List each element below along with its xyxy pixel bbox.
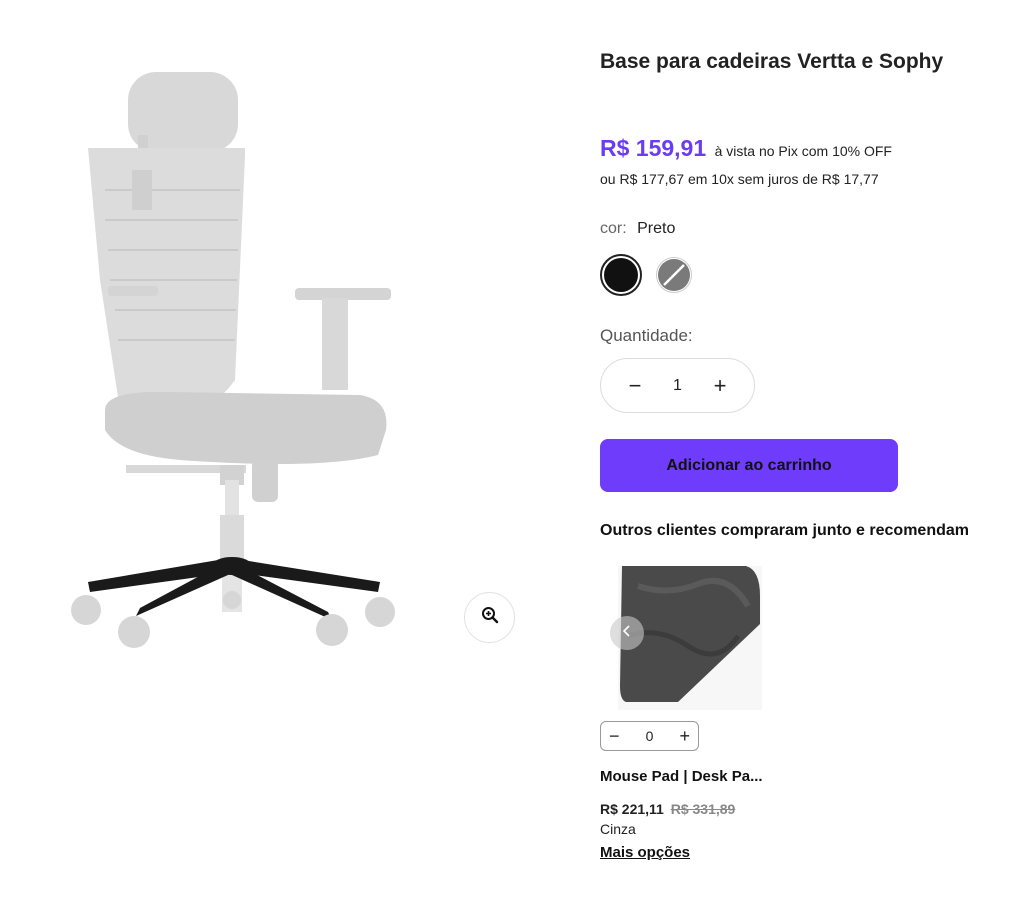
recommendation-quantity-value[interactable]: 0 bbox=[646, 728, 654, 744]
price-line: R$ 159,91 à vista no Pix com 10% OFF bbox=[600, 135, 892, 162]
product-image bbox=[71, 72, 395, 648]
quantity-label: Quantidade: bbox=[600, 326, 693, 345]
recommendation-color: Cinza bbox=[600, 821, 636, 837]
recommendation-name[interactable]: Mouse Pad | Desk Pa... bbox=[600, 768, 763, 785]
swatch-cinza-fill bbox=[658, 259, 690, 291]
recommendation-price: R$ 221,11 bbox=[600, 801, 664, 817]
zoom-in-icon bbox=[481, 606, 499, 629]
installments-text: ou R$ 177,67 em 10x sem juros de R$ 17,7… bbox=[600, 171, 879, 187]
quantity-stepper: − 1 + bbox=[600, 358, 755, 413]
quantity-increase-button[interactable]: + bbox=[710, 373, 730, 399]
chevron-left-icon bbox=[621, 624, 633, 643]
recommendation-quantity-stepper: − 0 + bbox=[600, 721, 699, 751]
recommendation-old-price: R$ 331,89 bbox=[670, 801, 736, 817]
product-title: Base para cadeiras Vertta e Sophy bbox=[600, 50, 944, 73]
recommendation-price-line: R$ 221,11 R$ 331,89 bbox=[600, 801, 735, 817]
color-selector-label: cor: Preto bbox=[600, 220, 675, 238]
color-value: Preto bbox=[637, 220, 676, 237]
add-to-cart-button[interactable]: Adicionar ao carrinho bbox=[600, 439, 898, 492]
swatch-preto-fill bbox=[604, 258, 638, 292]
product-gallery bbox=[0, 0, 560, 913]
carousel-prev-button[interactable] bbox=[610, 616, 644, 650]
pix-price: R$ 159,91 bbox=[600, 135, 707, 161]
swatch-cinza[interactable] bbox=[656, 257, 692, 293]
recommendation-decrease-button[interactable]: − bbox=[609, 726, 620, 747]
recommendations-title: Outros clientes compraram junto e recome… bbox=[600, 522, 969, 539]
color-label: cor: bbox=[600, 220, 627, 237]
quantity-value[interactable]: 1 bbox=[673, 377, 682, 395]
recommendation-increase-button[interactable]: + bbox=[679, 726, 690, 747]
quantity-decrease-button[interactable]: − bbox=[625, 373, 645, 399]
more-options-link[interactable]: Mais opções bbox=[600, 844, 690, 861]
swatch-preto[interactable] bbox=[600, 254, 642, 296]
zoom-button[interactable] bbox=[464, 592, 515, 643]
color-swatches bbox=[600, 254, 692, 296]
pix-description: à vista no Pix com 10% OFF bbox=[714, 143, 892, 159]
